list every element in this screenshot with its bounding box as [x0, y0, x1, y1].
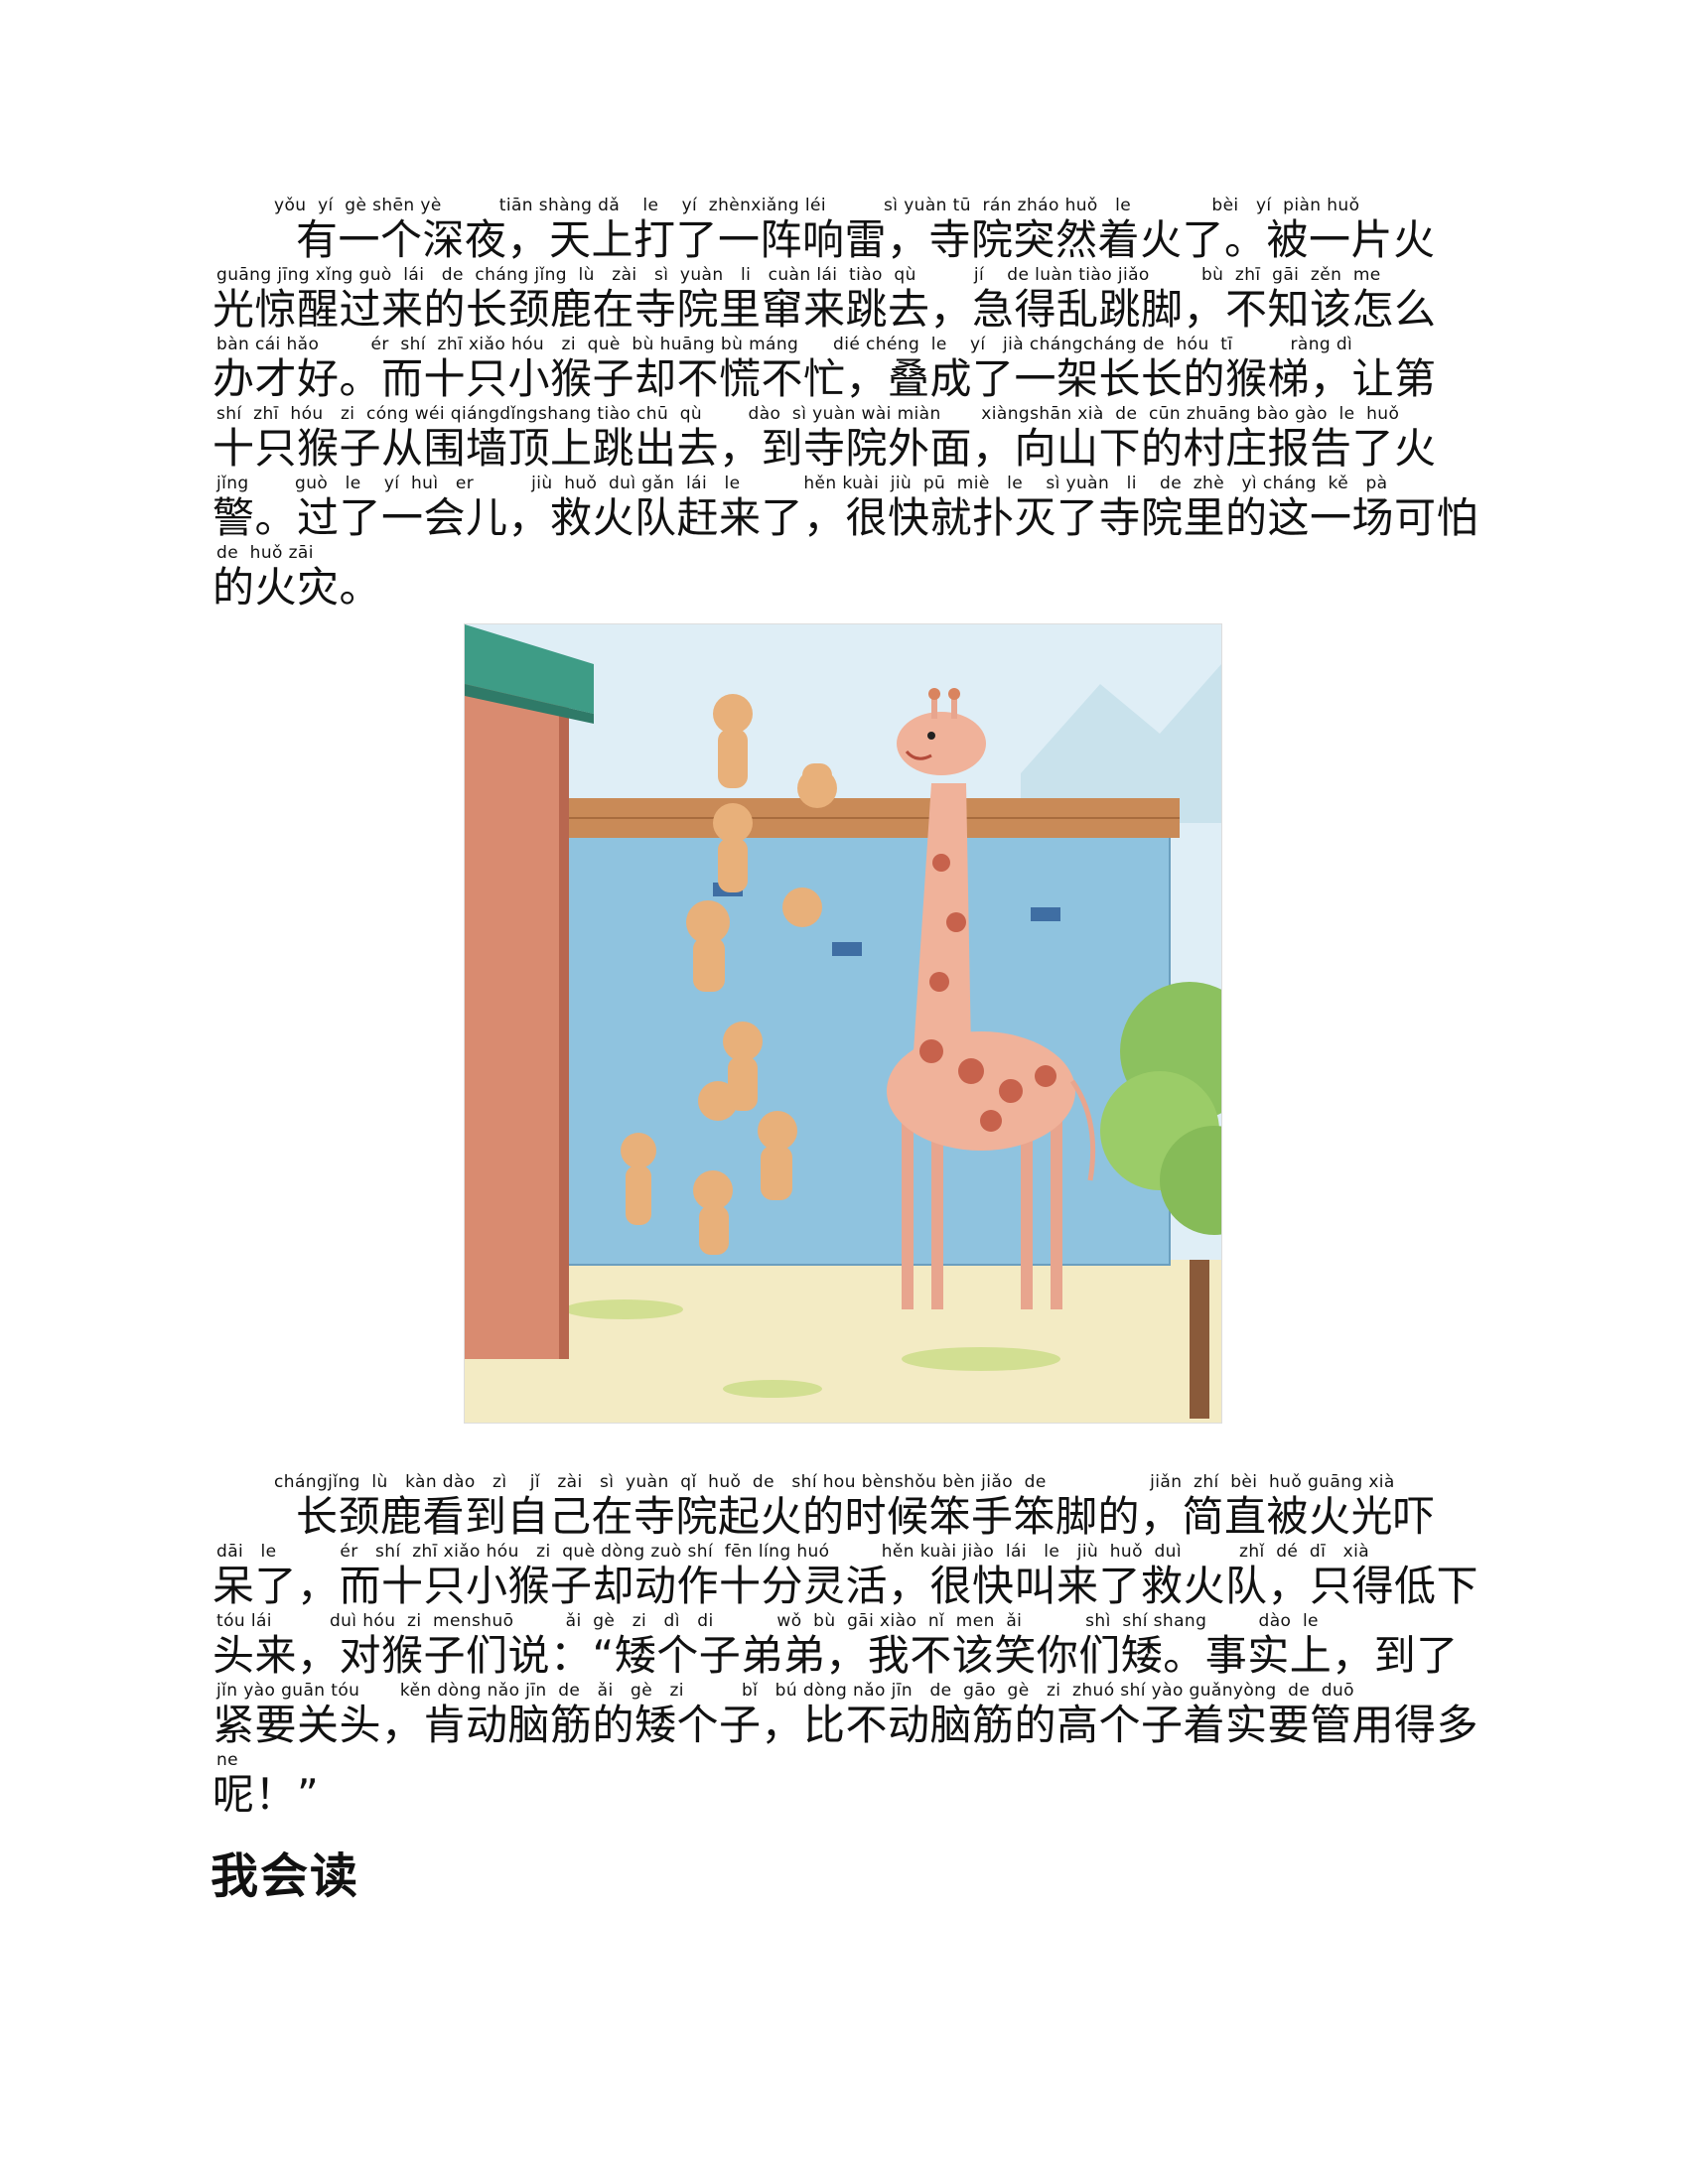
pinyin-line: bàn cái hǎo ér shí zhī xiǎo hóu zi què b… [216, 335, 1353, 354]
hanzi-line: 呆了，而十只小猴子却动作十分灵活，很快叫来了救火队，只得低下 [212, 1562, 1479, 1610]
hanzi-line: 十只猴子从围墙顶上跳出去，到寺院外面，向山下的村庄报告了火 [212, 424, 1437, 473]
pinyin-line: yǒu yí gè shēn yè tiān shàng dǎ le yí zh… [216, 196, 1360, 215]
text-line: shí zhī hóu zi cóng wéi qiángdǐngshang t… [212, 403, 1466, 473]
story-paragraph-2: chángjǐng lù kàn dào zì jǐ zài sì yuàn q… [212, 1471, 1479, 1819]
tree-trunk [1190, 1260, 1209, 1419]
pinyin-line: guāng jīng xǐng guò lái de cháng jǐng lù… [216, 265, 1381, 285]
temple-pillar [465, 684, 559, 1359]
story-paragraph-1: yǒu yí gè shēn yè tiān shàng dǎ le yí zh… [212, 195, 1479, 612]
pinyin-line: ne [216, 1750, 239, 1770]
pinyin-line: jǐng guò le yí huì er jiù huǒ duì gǎn lá… [216, 474, 1388, 493]
storybook-page: yǒu yí gè shēn yè tiān shàng dǎ le yí zh… [0, 0, 1688, 2184]
ground [465, 1260, 1221, 1423]
text-line: bàn cái hǎo ér shí zhī xiǎo hóu zi què b… [212, 334, 1466, 403]
pinyin-line: de huǒ zāi [216, 543, 314, 563]
text-line: chángjǐng lù kàn dào zì jǐ zài sì yuàn q… [212, 1471, 1466, 1541]
pinyin-line: dāi le ér shí zhī xiǎo hóu zi què dòng z… [216, 1542, 1370, 1562]
hanzi-line: 头来，对猴子们说：“矮个子弟弟，我不该笑你们矮。事实上，到了 [212, 1631, 1459, 1680]
text-line: de huǒ zāi 的火灾。 [212, 542, 1466, 612]
hanzi-line: 呢！” [212, 1770, 320, 1819]
pinyin-line: tóu lái duì hóu zi menshuō ǎi gè zi dì d… [216, 1611, 1319, 1631]
text-line: tóu lái duì hóu zi menshuō ǎi gè zi dì d… [212, 1610, 1466, 1680]
hanzi-line: 紧要关头，肯动脑筋的矮个子，比不动脑筋的高个子着实要管用得多 [212, 1701, 1479, 1749]
hanzi-line: 光惊醒过来的长颈鹿在寺院里窜来跳去，急得乱跳脚，不知该怎么 [212, 285, 1437, 334]
text-line: yǒu yí gè shēn yè tiān shàng dǎ le yí zh… [212, 195, 1466, 264]
story-illustration [464, 623, 1222, 1424]
hanzi-line: 有一个深夜，天上打了一阵响雷，寺院突然着火了。被一片火 [296, 215, 1436, 264]
hanzi-line: 的火灾。 [212, 563, 382, 612]
text-line: jǐng guò le yí huì er jiù huǒ duì gǎn lá… [212, 473, 1479, 542]
hanzi-line: 长颈鹿看到自己在寺院起火的时候笨手笨脚的，简直被火光吓 [296, 1492, 1436, 1541]
text-line: ne 呢！” [212, 1749, 1466, 1819]
giraffe-monkeys-illustration [465, 624, 1221, 1423]
text-line: guāng jīng xǐng guò lái de cháng jǐng lù… [212, 264, 1466, 334]
hanzi-line: 办才好。而十只小猴子却不慌不忙，叠成了一架长长的猴梯，让第 [212, 354, 1437, 403]
pinyin-line: chángjǐng lù kàn dào zì jǐ zài sì yuàn q… [216, 1472, 1395, 1492]
pinyin-line: jǐn yào guān tóu kěn dòng nǎo jīn de ǎi … [216, 1681, 1354, 1701]
pinyin-line: shí zhī hóu zi cóng wéi qiángdǐngshang t… [216, 404, 1400, 424]
text-line: dāi le ér shí zhī xiǎo hóu zi què dòng z… [212, 1541, 1479, 1610]
section-heading: 我会读 [211, 1848, 360, 1904]
hanzi-line: 警。过了一会儿，救火队赶来了，很快就扑灭了寺院里的这一场可怕 [212, 493, 1479, 542]
text-line: jǐn yào guān tóu kěn dòng nǎo jīn de ǎi … [212, 1680, 1479, 1749]
